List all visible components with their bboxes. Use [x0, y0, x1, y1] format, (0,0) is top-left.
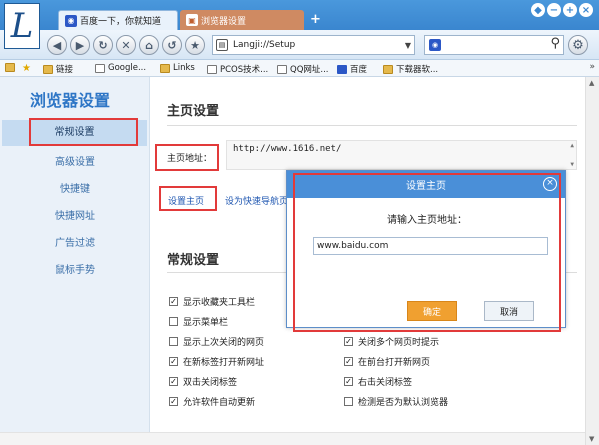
- set-home-dialog: 设置主页 × 请输入主页地址： 确定 取消: [286, 170, 566, 328]
- sidebar-title: 浏览器设置: [30, 91, 111, 110]
- set-home-link[interactable]: 设置主页: [168, 194, 204, 207]
- scroll-down-icon[interactable]: ▼: [570, 161, 574, 168]
- refresh-icon[interactable]: ↻: [93, 35, 113, 55]
- checkbox-box[interactable]: [169, 317, 178, 326]
- baidu-paw-icon[interactable]: ◉: [429, 39, 441, 51]
- dialog-title: 设置主页: [406, 181, 446, 192]
- checkbox-show-favorites-bar[interactable]: ✓ 显示收藏夹工具栏: [169, 295, 255, 308]
- checkbox-box[interactable]: ✓: [169, 297, 178, 306]
- back-arrow-icon[interactable]: ◀: [47, 35, 67, 55]
- checkbox-box[interactable]: ✓: [344, 337, 353, 346]
- scroll-up-icon[interactable]: ▲: [570, 142, 574, 149]
- checkbox-box[interactable]: ✓: [169, 357, 178, 366]
- scroll-down-icon[interactable]: ▼: [589, 435, 594, 443]
- checkbox-show-menu-bar[interactable]: 显示菜单栏: [169, 315, 228, 328]
- address-bar[interactable]: ▤ Langji://Setup ▼: [212, 35, 415, 55]
- bookmark-item[interactable]: 百度: [337, 63, 367, 75]
- bookmark-item[interactable]: PCOS技术...: [207, 63, 268, 75]
- dialog-header: 设置主页 ×: [287, 171, 565, 198]
- star-icon[interactable]: ★: [22, 63, 31, 74]
- checkbox-show-last-closed[interactable]: 显示上次关闭的网页: [169, 335, 264, 348]
- folder-icon: [43, 64, 53, 74]
- checkbox-open-foreground[interactable]: ✓ 在前台打开新网页: [344, 355, 430, 368]
- general-section-title: 常规设置: [167, 253, 220, 268]
- tab-label: 百度一下，你就知道: [80, 17, 162, 27]
- checkbox-box[interactable]: [169, 337, 178, 346]
- sidebar-item-advanced[interactable]: 高级设置: [0, 153, 150, 168]
- folder-icon: [383, 64, 393, 74]
- sidebar-item-quick-urls[interactable]: 快捷网址: [0, 207, 150, 222]
- home-icon[interactable]: ⌂: [139, 35, 159, 55]
- stop-icon[interactable]: ✕: [116, 35, 136, 55]
- checkbox-double-click-close[interactable]: ✓ 双击关闭标签: [169, 375, 237, 388]
- tab-settings[interactable]: ▣ 浏览器设置: [180, 10, 304, 30]
- confirm-button[interactable]: 确定: [407, 301, 457, 321]
- address-text: Langji://Setup: [233, 40, 296, 50]
- set-quick-nav-link[interactable]: 设为快速导航页: [225, 194, 288, 207]
- minimize-button[interactable]: −: [547, 3, 561, 17]
- divider: [167, 125, 577, 126]
- dialog-prompt: 请输入主页地址：: [387, 215, 467, 226]
- checkbox-box[interactable]: ✓: [344, 377, 353, 386]
- checkbox-open-url-new-tab[interactable]: ✓ 在新标签打开新网址: [169, 355, 264, 368]
- doc-icon: [207, 64, 217, 74]
- checkbox-warn-close-multiple[interactable]: ✓ 关闭多个网页时提示: [344, 335, 439, 348]
- favorite-star-icon[interactable]: ★: [185, 35, 205, 55]
- nav-toolbar: ◀ ▶ ↻ ✕ ⌂ ↺ ★ ▤ Langji://Setup ▼ ◉ ⚲ ⚙: [0, 30, 599, 60]
- bookmark-item[interactable]: 下载器软...: [383, 63, 438, 75]
- checkbox-box[interactable]: ✓: [169, 377, 178, 386]
- baidu-paw-icon: [337, 64, 347, 74]
- doc-icon: [95, 63, 105, 73]
- vertical-scrollbar[interactable]: ▲ ▼: [585, 77, 599, 445]
- folder-icon[interactable]: [5, 63, 18, 72]
- doc-icon: [277, 64, 287, 74]
- cancel-button[interactable]: 取消: [484, 301, 534, 321]
- home-address-label: 主页地址：: [167, 154, 213, 164]
- tab-label: 浏览器设置: [201, 16, 247, 27]
- gear-icon[interactable]: ⚙: [568, 35, 588, 55]
- home-address-field[interactable]: http://www.1616.net/ ▲ ▼: [226, 140, 577, 170]
- checkbox-box[interactable]: ✓: [344, 357, 353, 366]
- sidebar-item-mouse-gestures[interactable]: 鼠标手势: [0, 261, 150, 276]
- tab-baidu[interactable]: ◉ 百度一下，你就知道: [58, 10, 178, 30]
- chevron-down-icon[interactable]: ▼: [405, 41, 411, 50]
- skin-icon[interactable]: ◆: [531, 3, 545, 17]
- app-logo: L: [4, 3, 40, 49]
- baidu-paw-icon: ◉: [65, 14, 77, 27]
- bookmark-item[interactable]: Links: [160, 63, 195, 73]
- new-tab-button[interactable]: +: [310, 12, 321, 27]
- sidebar-item-ad-filter[interactable]: 广告过滤: [0, 234, 150, 249]
- folder-icon: [160, 63, 170, 73]
- close-window-button[interactable]: ×: [579, 3, 593, 17]
- close-icon[interactable]: ×: [543, 177, 557, 191]
- horizontal-scrollbar[interactable]: [0, 432, 585, 445]
- sidebar-item-shortcuts[interactable]: 快捷键: [0, 180, 150, 195]
- checkbox-auto-update[interactable]: ✓ 允许软件自动更新: [169, 395, 255, 408]
- search-icon[interactable]: ⚲: [550, 36, 560, 51]
- bookmark-item[interactable]: 链接: [43, 63, 73, 75]
- checkbox-default-browser-check[interactable]: 检测是否为默认浏览器: [344, 395, 448, 408]
- chevron-double-right-icon[interactable]: »: [589, 62, 595, 72]
- search-input[interactable]: ◉ ⚲: [424, 35, 564, 55]
- maximize-button[interactable]: +: [563, 3, 577, 17]
- bookmark-item[interactable]: QQ网址...: [277, 63, 329, 75]
- home-address-value: http://www.1616.net/: [233, 144, 342, 154]
- checkbox-box[interactable]: [344, 397, 353, 406]
- forward-arrow-icon[interactable]: ▶: [70, 35, 90, 55]
- home-url-input[interactable]: [313, 237, 548, 255]
- home-section-title: 主页设置: [167, 104, 220, 119]
- title-bar: L ◉ 百度一下，你就知道 ▣ 浏览器设置 + ◆ − + ×: [0, 0, 599, 49]
- bookmark-bar: ★ 链接 Google... Links PCOS技术... QQ网址... 百…: [0, 60, 599, 77]
- bookmark-item[interactable]: Google...: [95, 63, 146, 73]
- undo-close-icon[interactable]: ↺: [162, 35, 182, 55]
- settings-page-icon: ▣: [186, 14, 198, 26]
- page-icon: ▤: [216, 39, 228, 51]
- checkbox-right-click-close[interactable]: ✓ 右击关闭标签: [344, 375, 412, 388]
- checkbox-box[interactable]: ✓: [169, 397, 178, 406]
- sidebar-item-general[interactable]: 常规设置: [2, 120, 147, 146]
- settings-sidebar: 浏览器设置 常规设置 高级设置 快捷键 快捷网址 广告过滤 鼠标手势: [0, 77, 150, 445]
- scroll-up-icon[interactable]: ▲: [589, 79, 594, 87]
